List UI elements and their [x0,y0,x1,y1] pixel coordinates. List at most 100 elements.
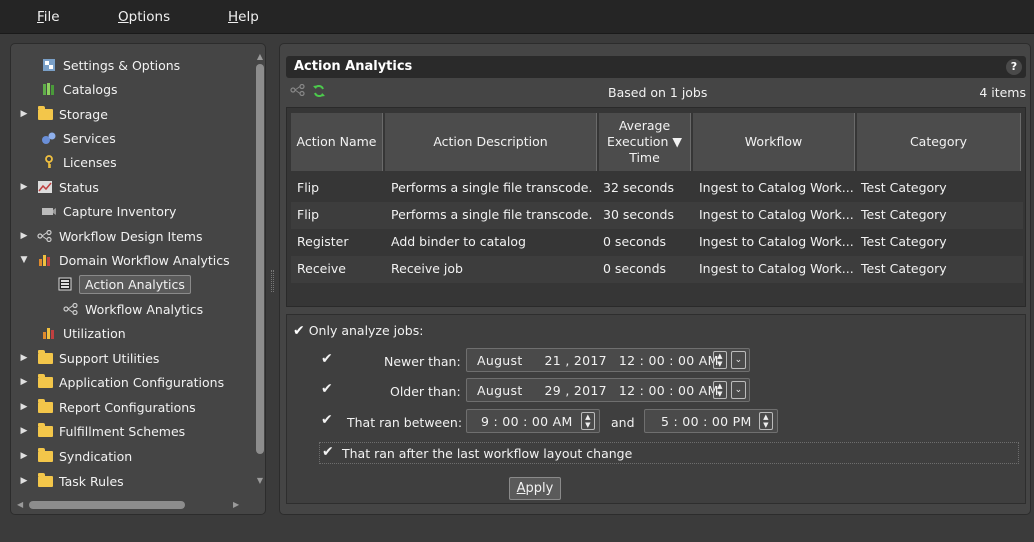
tree-item-fulfillment-schemes[interactable]: ▶ Fulfillment Schemes [17,420,185,442]
scroll-right-arrow-icon[interactable]: ▶ [233,500,239,509]
tree-scroll-thumb[interactable] [256,64,264,454]
ran-between-label: That ran between: [347,415,463,430]
collapsed-arrow-icon[interactable]: ▶ [17,451,31,461]
last-change-checkbox-check-icon[interactable]: ✔ [322,444,334,460]
tree-item-support-utilities[interactable]: ▶ Support Utilities [17,347,159,369]
tree-item-label: Report Configurations [59,399,196,415]
help-icon[interactable]: ? [1006,59,1022,75]
table-row[interactable]: Flip Performs a single file transcode. 30 … [291,202,1023,229]
tree-item-label: Status [59,179,99,195]
workflow-view-icon[interactable] [290,83,306,100]
collapsed-arrow-icon[interactable]: ▶ [17,182,31,192]
navigation-tree-panel: Settings & Options Catalogs ▶ Storage Servic… [10,43,266,515]
tree-item-storage[interactable]: ▶ Storage [17,103,108,125]
menu-file[interactable]: File [37,9,60,25]
older-than-label: Older than: [390,384,461,399]
newer-than-datetime-picker[interactable]: August 21 , 2017 12 : 00 : 00 AM ▲ ▼ ⌄ [466,348,750,372]
menu-help[interactable]: Help [228,9,259,25]
column-action-name-label: Action Name [296,133,377,149]
cell-name: Register [297,234,349,249]
tree-item-label: Task Rules [59,473,124,489]
panel-splitter[interactable] [271,270,274,292]
column-action-description[interactable]: Action Description [385,113,597,171]
tree-item-services[interactable]: Services [41,127,116,149]
tree-item-workflow-design-items[interactable]: ▶ Workflow Design Items [17,225,203,247]
folder-icon [37,105,53,121]
folder-icon [37,422,53,438]
tree-horizontal-scrollbar[interactable]: ◀ ▶ [17,500,253,510]
cell-desc: Add binder to catalog [391,234,526,249]
tree-item-settings-options[interactable]: Settings & Options [41,54,180,76]
collapsed-arrow-icon[interactable]: ▶ [17,476,31,486]
menu-options-label: ptions [128,9,171,25]
table-row[interactable]: Receive Receive job 0 seconds Ingest to Cat… [291,256,1023,283]
table-row[interactable]: Flip Performs a single file transcode. 32 … [291,175,1023,202]
collapsed-arrow-icon[interactable]: ▶ [17,231,31,241]
newer-time-value: 12 : 00 : 00 AM [618,352,719,368]
column-category[interactable]: Category [857,113,1021,171]
based-on-jobs-text: Based on 1 jobs [608,85,708,100]
folder-icon [37,373,53,389]
tree-item-label: Workflow Analytics [85,301,204,317]
between-end-spinner-icon[interactable]: ▲ ▼ [759,412,773,430]
grid-toolbar: Based on 1 jobs 4 items [286,83,1026,103]
collapsed-arrow-icon[interactable]: ▶ [17,377,31,387]
folder-icon [37,447,53,463]
scroll-up-arrow-icon[interactable]: ▲ [255,52,265,61]
ran-between-end-time-picker[interactable]: 5 : 00 : 00 PM ▲ ▼ [644,409,778,433]
newer-spinner-icon[interactable]: ▲ ▼ [713,351,727,369]
menu-options[interactable]: Options [118,9,170,25]
older-spinner-icon[interactable]: ▲ ▼ [713,381,727,399]
column-category-label: Category [909,133,968,149]
cell-desc: Receive job [391,261,463,276]
newer-calendar-dropdown-icon[interactable]: ⌄ [731,351,746,369]
tree-item-status[interactable]: ▶ Status [17,176,99,198]
catalogs-icon [41,82,57,96]
tree-item-workflow-analytics[interactable]: Workflow Analytics [63,298,203,320]
menu-file-label: ile [43,9,60,25]
tree-hscroll-thumb[interactable] [29,501,185,509]
tree-item-action-analytics[interactable]: Action Analytics [57,273,191,295]
workflow-icon [63,302,79,316]
collapsed-arrow-icon[interactable]: ▶ [17,402,31,412]
ran-between-checkbox-check-icon[interactable]: ✔ [321,412,333,428]
cell-name: Flip [297,180,320,195]
ran-between-start-time-picker[interactable]: 9 : 00 : 00 AM ▲ ▼ [466,409,600,433]
column-action-description-label: Action Description [433,133,548,149]
tree-item-application-configurations[interactable]: ▶ Application Configurations [17,371,224,393]
older-than-checkbox-check-icon[interactable]: ✔ [321,381,333,397]
tree-item-label: Application Configurations [59,374,225,390]
tree-item-utilization[interactable]: Utilization [41,322,126,344]
tree-item-catalogs[interactable]: Catalogs [41,78,118,100]
column-workflow[interactable]: Workflow [693,113,855,171]
tree-item-licenses[interactable]: Licenses [41,151,117,173]
cell-category: Test Category [861,207,947,222]
tree-item-syndication[interactable]: ▶ Syndication [17,445,132,467]
collapsed-arrow-icon[interactable]: ▶ [17,353,31,363]
collapsed-arrow-icon[interactable]: ▶ [17,109,31,119]
only-analyze-jobs-option[interactable]: ✔ Only analyze jobs: [293,323,423,339]
tree-item-report-configurations[interactable]: ▶ Report Configurations [17,396,196,418]
scroll-down-arrow-icon[interactable]: ▼ [255,476,265,485]
newer-than-checkbox-check-icon[interactable]: ✔ [321,351,333,367]
column-average-execution-time[interactable]: Average Execution ▼ Time [599,113,691,171]
older-calendar-dropdown-icon[interactable]: ⌄ [731,381,746,399]
tree-vertical-scrollbar[interactable]: ▲ ▼ [255,52,265,500]
older-than-datetime-picker[interactable]: August 29 , 2017 12 : 00 : 00 AM ▲ ▼ ⌄ [466,378,750,402]
cell-desc: Performs a single file transcode. [391,180,593,195]
only-analyze-checkbox-check-icon[interactable]: ✔ [293,323,305,339]
refresh-icon[interactable] [312,84,326,102]
column-action-name[interactable]: Action Name [291,113,383,171]
last-workflow-change-option[interactable]: ✔ That ran after the last workflow layou… [319,442,1019,464]
tree-item-domain-workflow-analytics[interactable]: ▼ Domain Workflow Analytics [17,249,230,271]
collapsed-arrow-icon[interactable]: ▶ [17,426,31,436]
older-day-year-value: 29 , 2017 [544,382,607,398]
between-start-spinner-icon[interactable]: ▲ ▼ [581,412,595,430]
table-row[interactable]: Register Add binder to catalog 0 seconds In… [291,229,1023,256]
scroll-left-arrow-icon[interactable]: ◀ [17,500,23,509]
apply-button[interactable]: Apply [509,477,561,500]
tree-item-capture-inventory[interactable]: Capture Inventory [41,200,176,222]
tree-item-label: Support Utilities [59,350,160,366]
expanded-arrow-icon[interactable]: ▼ [17,255,31,265]
tree-item-task-rules[interactable]: ▶ Task Rules [17,470,124,492]
